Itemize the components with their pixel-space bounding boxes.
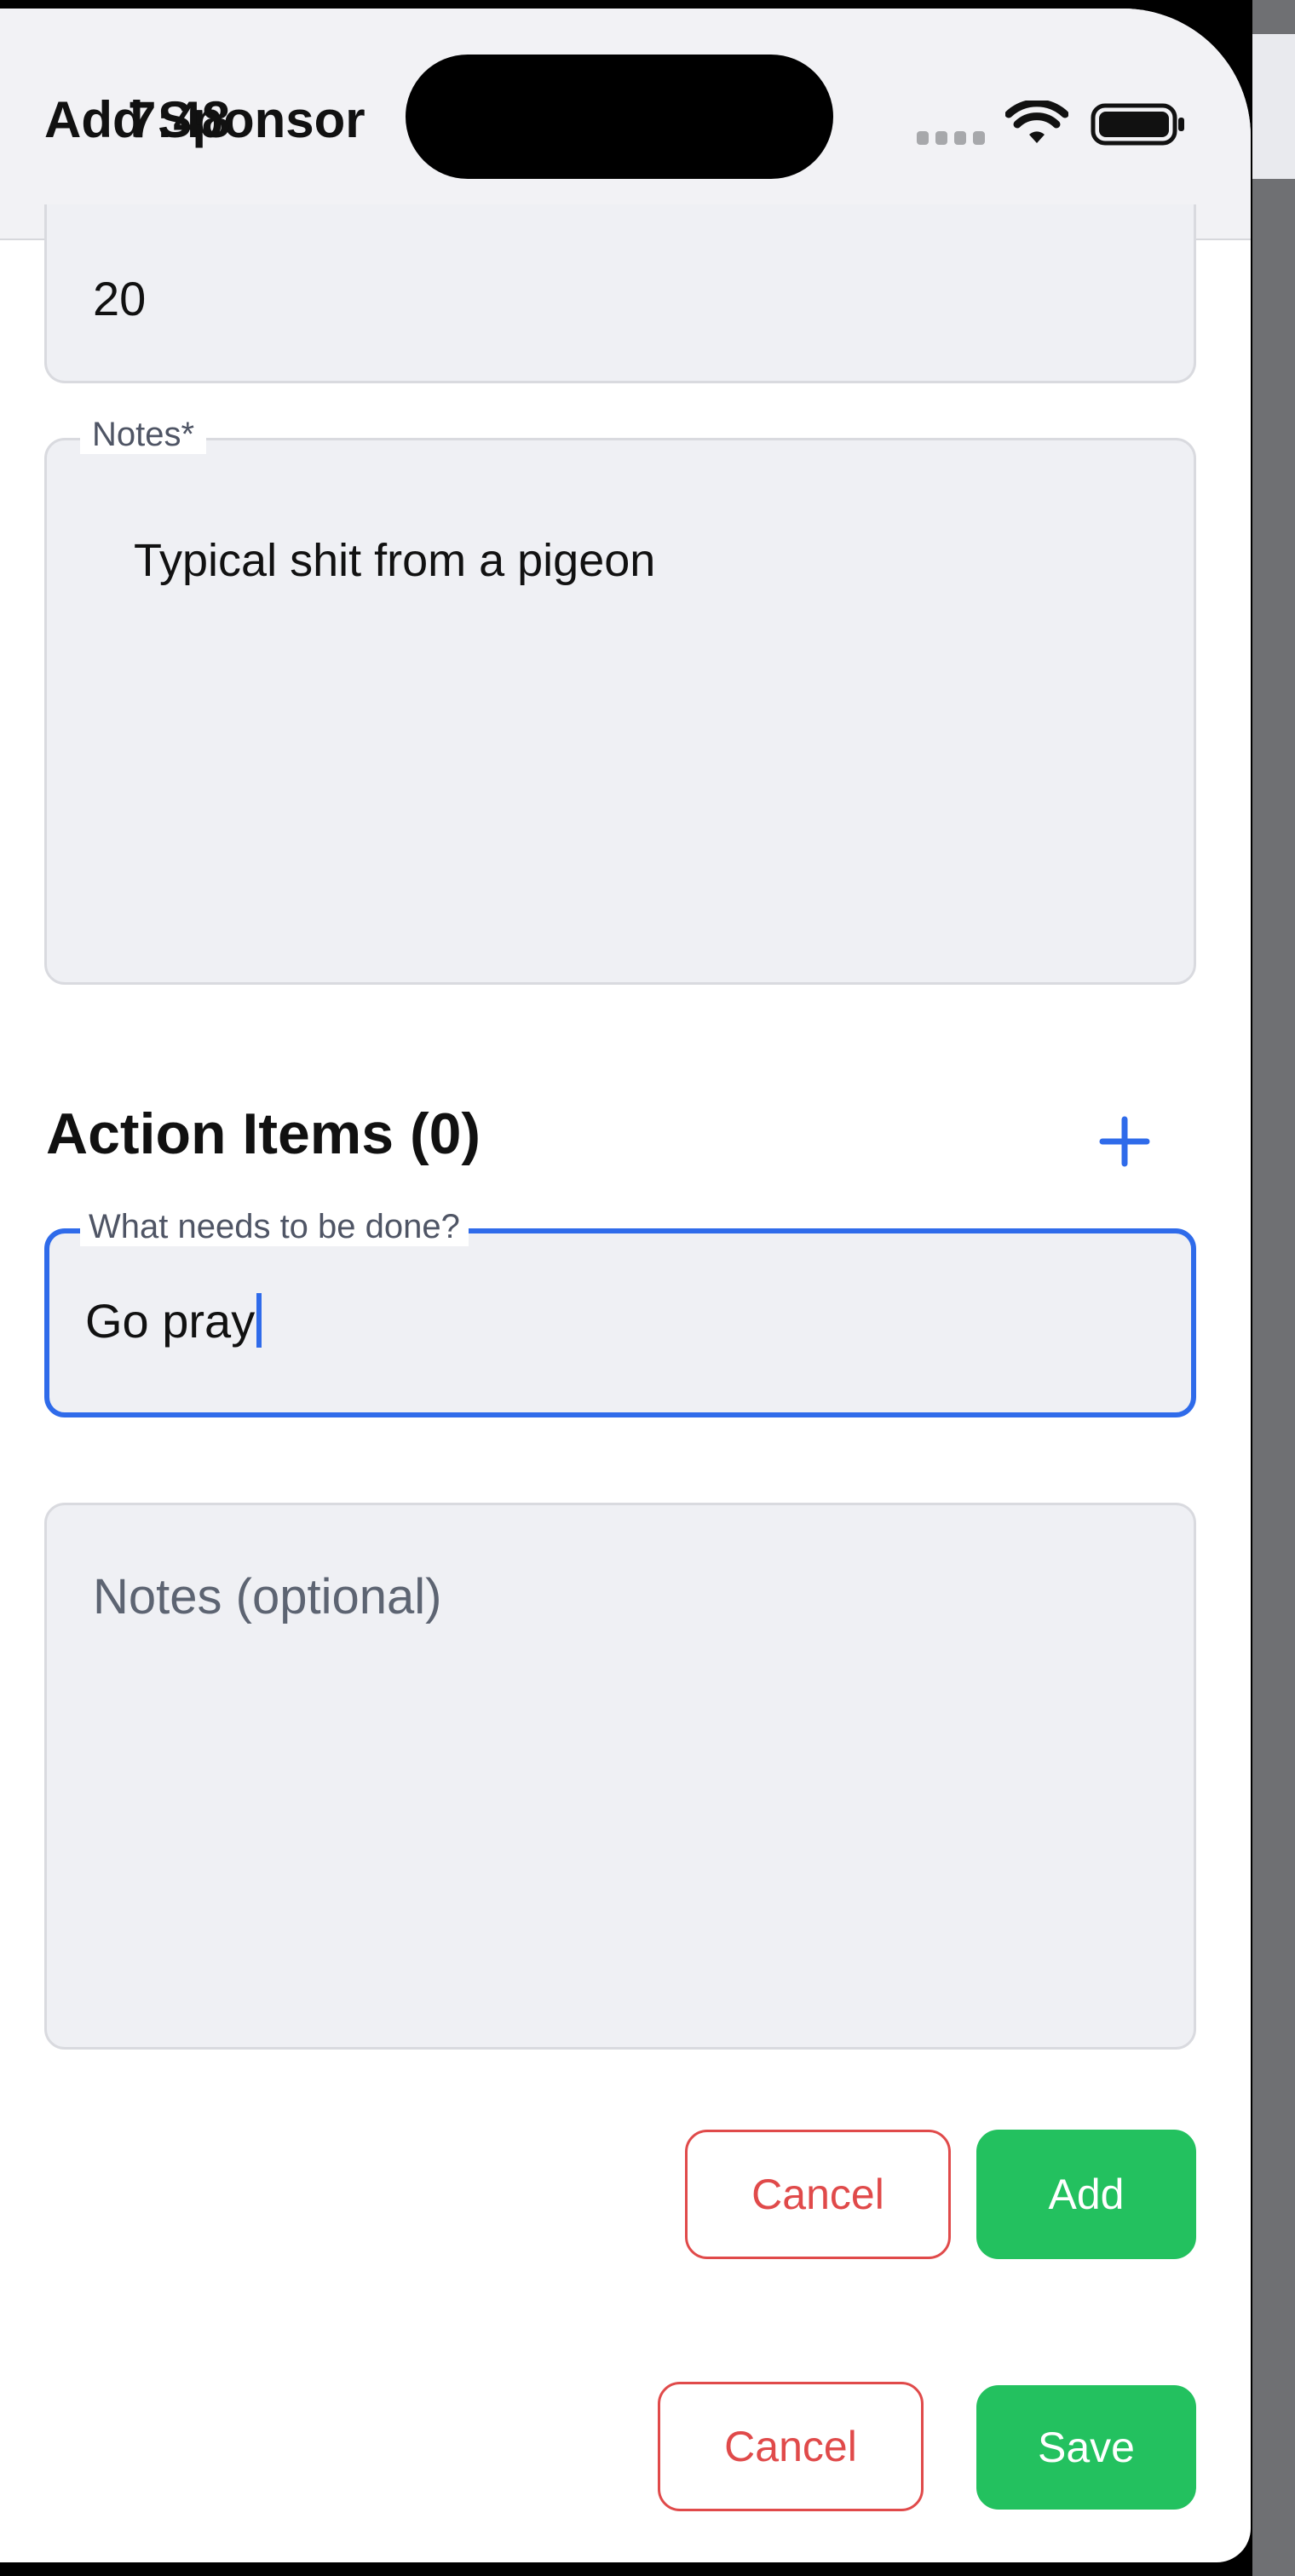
action-notes-placeholder: Notes (optional) [93,1569,442,1624]
cellular-signal-icon [917,131,985,145]
background-sheet-header [1252,34,1295,179]
action-notes-field[interactable]: Notes (optional) [44,1503,1196,2050]
action-items-title: Action Items (0) [46,1101,481,1166]
wifi-icon [1005,101,1068,143]
background-sheet [1252,0,1295,2576]
status-time: 7:48 [128,91,231,148]
task-input[interactable]: Go pray [44,1228,1196,1417]
number-field-value: 20 [93,272,147,325]
notes-field-label: Notes* [80,416,207,454]
modal-sheet: Add Sponsor 7:48 20 Typical shit from a … [0,9,1251,2562]
text-cursor [256,1293,262,1348]
battery-icon [1091,103,1184,146]
plus-icon[interactable] [1091,1107,1159,1176]
cancel-action-item-button[interactable]: Cancel [685,2130,951,2259]
notes-field[interactable]: Typical shit from a pigeon [44,438,1196,985]
dynamic-island [406,55,833,179]
add-action-item-button[interactable]: Add [976,2130,1196,2259]
task-input-value: Go pray [85,1293,262,1348]
notes-field-value: Typical shit from a pigeon [134,535,656,586]
task-input-label: What needs to be done? [80,1208,469,1246]
save-button[interactable]: Save [976,2385,1196,2510]
cancel-button[interactable]: Cancel [658,2382,924,2511]
number-field[interactable]: 20 [44,204,1196,383]
